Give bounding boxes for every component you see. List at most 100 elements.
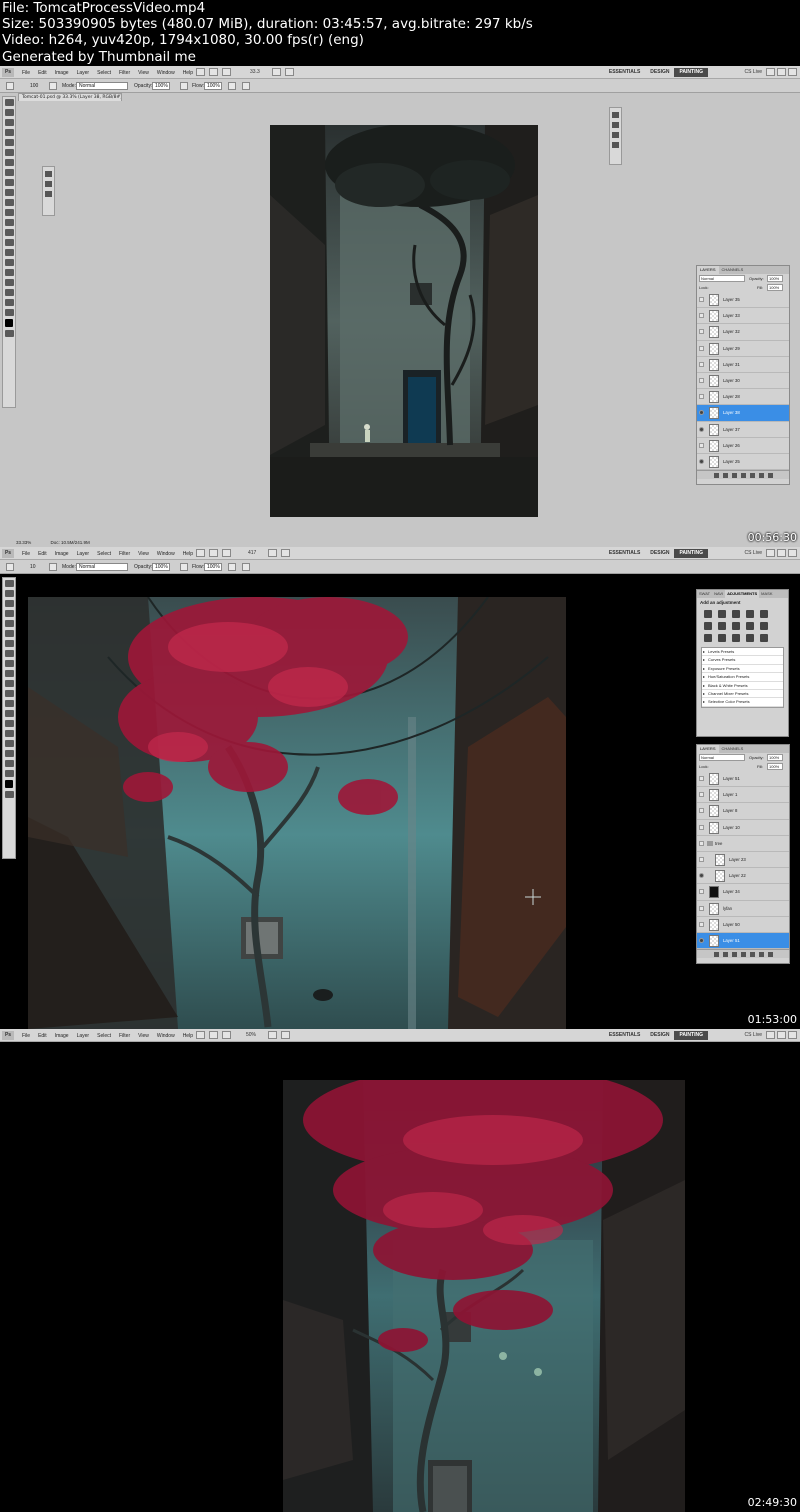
layer-row[interactable]: Layer 30: [697, 373, 789, 390]
brush-size-value[interactable]: 100: [30, 83, 38, 89]
new-group-icon[interactable]: [749, 951, 755, 957]
brush-presets-icon[interactable]: [45, 171, 52, 177]
hand-tool-icon[interactable]: [268, 1031, 277, 1039]
eraser-tool-icon[interactable]: [4, 199, 14, 206]
move-tool-icon[interactable]: [4, 580, 14, 587]
close-icon[interactable]: [788, 1031, 797, 1039]
new-adjustment-icon[interactable]: [740, 472, 746, 478]
link-layers-icon[interactable]: [713, 951, 719, 957]
brush-preset-icon[interactable]: [6, 82, 14, 90]
layer-row[interactable]: Layer 51: [697, 771, 789, 788]
menu-filter[interactable]: Filter: [119, 551, 130, 557]
visibility-eye-icon[interactable]: [699, 313, 704, 319]
layer-row[interactable]: Layer 50: [697, 917, 789, 933]
history-panel-icon[interactable]: [612, 142, 619, 148]
zoom-level-dropdown[interactable]: 417: [248, 549, 256, 558]
menu-view[interactable]: View: [138, 1033, 149, 1039]
visibility-eye-icon[interactable]: [699, 937, 704, 943]
type-tool-icon[interactable]: [4, 249, 14, 256]
visibility-eye-icon[interactable]: [699, 297, 704, 302]
preset-selective-color[interactable]: Selective Color Presets: [702, 698, 783, 707]
tab-swatches[interactable]: SWAT: [697, 590, 712, 598]
canvas-artwork[interactable]: [270, 125, 538, 517]
flow-field[interactable]: 100%: [204, 82, 222, 90]
brush-size-value[interactable]: 10: [30, 564, 36, 570]
pressure-opacity-icon[interactable]: [180, 563, 188, 571]
visibility-eye-icon[interactable]: [699, 345, 704, 351]
move-tool-icon[interactable]: [4, 99, 14, 106]
new-layer-icon[interactable]: [758, 472, 764, 478]
brush-tool-icon[interactable]: [4, 650, 14, 657]
add-mask-icon[interactable]: [731, 951, 737, 957]
layer-row[interactable]: Layer 29: [697, 341, 789, 357]
brush-settings-icon[interactable]: [45, 181, 52, 187]
tab-channels[interactable]: CHANNELS: [719, 266, 747, 274]
layer-row[interactable]: Layer 33: [697, 308, 789, 325]
view-extras-icon[interactable]: [222, 1031, 231, 1039]
marquee-tool-icon[interactable]: [4, 109, 14, 116]
preset-exposure[interactable]: Exposure Presets: [702, 665, 783, 674]
layer-row[interactable]: Layer 28: [697, 389, 789, 406]
zoom-tool-icon[interactable]: [4, 309, 14, 316]
workspace-design[interactable]: DESIGN: [645, 1031, 674, 1040]
workspace-design[interactable]: DESIGN: [645, 549, 674, 558]
color-panel-icon[interactable]: [612, 112, 619, 118]
visibility-eye-icon[interactable]: [699, 889, 704, 895]
quick-mask-icon[interactable]: [4, 791, 14, 798]
crop-tool-icon[interactable]: [4, 620, 14, 627]
brush-panel-icon[interactable]: [49, 82, 57, 90]
new-group-icon[interactable]: [749, 472, 755, 478]
visibility-eye-icon[interactable]: [699, 808, 704, 814]
flow-field[interactable]: 100%: [204, 563, 222, 571]
preset-curves[interactable]: Curves Presets: [702, 656, 783, 665]
layer-row[interactable]: Layer 35: [697, 292, 789, 309]
hand-tool-icon[interactable]: [4, 760, 14, 767]
layer-row[interactable]: Layer 38: [697, 405, 789, 422]
visibility-eye-icon[interactable]: [699, 394, 704, 400]
layer-row[interactable]: Layer 25: [697, 454, 789, 471]
menu-help[interactable]: Help: [183, 551, 193, 557]
menu-layer[interactable]: Layer: [77, 70, 90, 76]
color-balance-icon[interactable]: [718, 622, 726, 630]
tab-layers[interactable]: LAYERS: [697, 266, 719, 274]
cs-live-button[interactable]: CS Live: [744, 549, 762, 558]
close-icon[interactable]: [788, 68, 797, 76]
zoom-level-dropdown[interactable]: 33.3: [250, 68, 260, 77]
visibility-eye-icon[interactable]: [699, 377, 704, 383]
layer-row[interactable]: Layer 37: [697, 422, 789, 438]
brightness-contrast-icon[interactable]: [704, 610, 712, 618]
delete-layer-icon[interactable]: [767, 951, 773, 957]
quick-select-tool-icon[interactable]: [4, 129, 14, 136]
maximize-icon[interactable]: [777, 68, 786, 76]
maximize-icon[interactable]: [777, 1031, 786, 1039]
menu-help[interactable]: Help: [183, 70, 193, 76]
visibility-eye-icon[interactable]: [699, 329, 704, 335]
history-brush-tool-icon[interactable]: [4, 670, 14, 677]
foreground-color-icon[interactable]: [5, 319, 13, 327]
black-white-icon[interactable]: [732, 622, 740, 630]
menu-edit[interactable]: Edit: [38, 70, 47, 76]
minimize-icon[interactable]: [766, 549, 775, 557]
shape-tool-icon[interactable]: [4, 269, 14, 276]
blend-mode-dropdown[interactable]: Normal: [699, 275, 745, 282]
eyedropper-tool-icon[interactable]: [4, 630, 14, 637]
preset-levels[interactable]: Levels Presets: [702, 648, 783, 657]
layer-row[interactable]: Layer 10: [697, 820, 789, 836]
delete-layer-icon[interactable]: [767, 472, 773, 478]
layer-style-icon[interactable]: [722, 951, 728, 957]
type-tool-icon[interactable]: [4, 730, 14, 737]
preset-channel-mixer[interactable]: Channel Mixer Presets: [702, 690, 783, 699]
visibility-eye-icon[interactable]: [699, 442, 704, 448]
opacity-field[interactable]: 100%: [152, 563, 170, 571]
layer-row[interactable]: Layer 22: [697, 868, 789, 885]
navigator-panel-icon[interactable]: [612, 132, 619, 138]
3d-camera-tool-icon[interactable]: [4, 289, 14, 296]
brush-preset-icon[interactable]: [6, 563, 14, 571]
selective-color-icon[interactable]: [760, 634, 768, 642]
minimize-icon[interactable]: [766, 68, 775, 76]
workspace-essentials[interactable]: ESSENTIALS: [604, 68, 645, 77]
link-layers-icon[interactable]: [713, 472, 719, 478]
blend-mode-dropdown[interactable]: Normal: [699, 754, 745, 761]
menu-view[interactable]: View: [138, 70, 149, 76]
workspace-painting[interactable]: PAINTING: [674, 68, 708, 77]
